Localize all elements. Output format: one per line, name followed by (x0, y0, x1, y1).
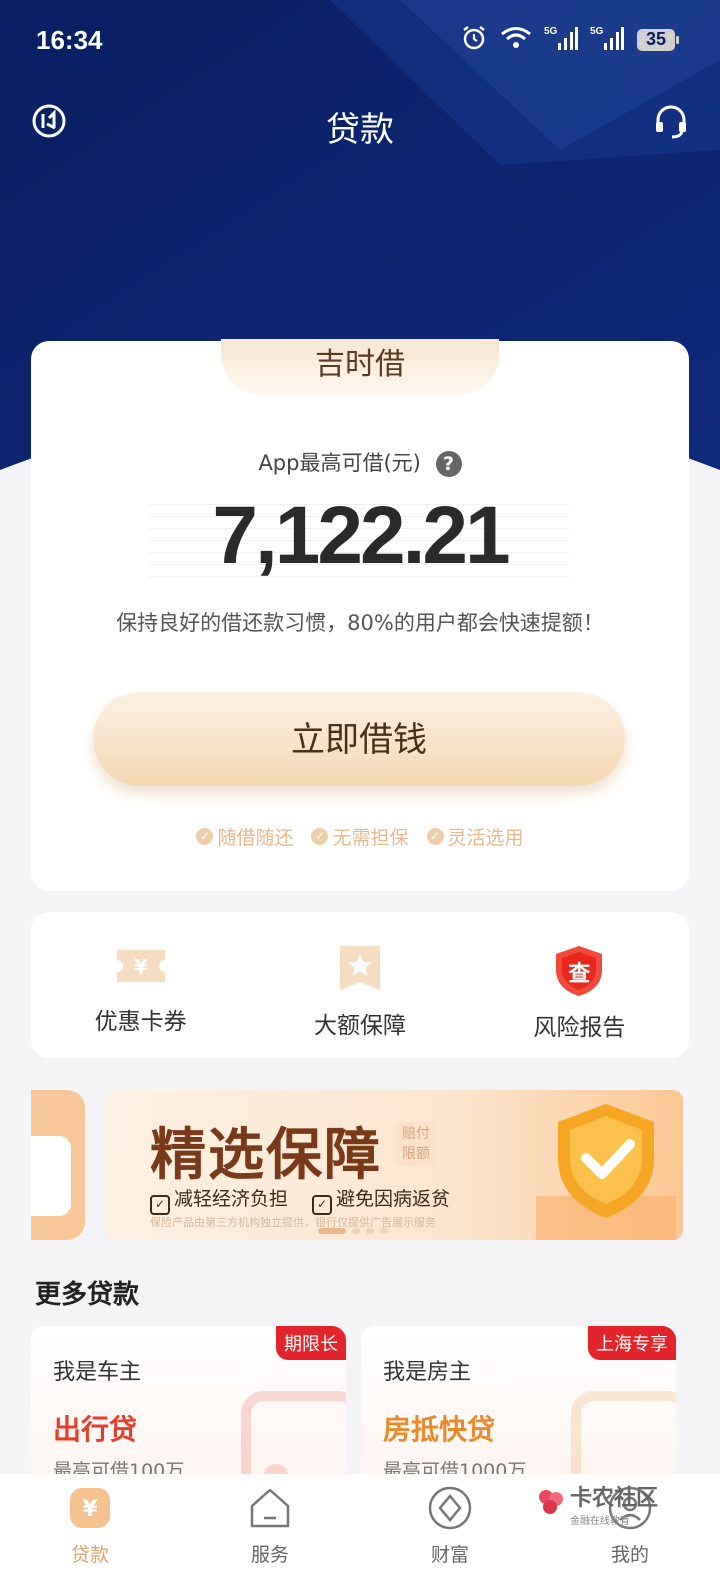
page-title: 贷款 (326, 110, 394, 150)
tab-label: 财富 (430, 1544, 469, 1566)
alarm-icon (460, 24, 488, 56)
banner-prev-slide (31, 1090, 85, 1240)
feature-item: ✓ 灵活选用 (426, 823, 524, 850)
watermark-sub: 金融在线教育 (570, 1516, 630, 1527)
loan-name: 出行贷 (53, 1413, 138, 1446)
tool-label: 优惠卡券 (94, 1009, 187, 1035)
watermark-logo-icon (536, 1487, 566, 1521)
loan-audience: 我是车主 (53, 1360, 142, 1385)
tool-label: 风险报告 (533, 1015, 626, 1041)
status-time: 16:34 (36, 24, 103, 55)
tab-wealth[interactable]: 财富 (360, 1474, 540, 1584)
tab-services[interactable]: 服务 (180, 1474, 360, 1584)
status-bar: 16:34 5G 5G 35 (36, 22, 680, 58)
promo-banner[interactable]: 精选保障 赔付限额 ✓ 减轻经济负担 ✓ 避免因病返贫 保险产品由第三方机构独立提供… (106, 1090, 683, 1240)
check-icon: ✓ (196, 828, 214, 845)
tab-label: 我的 (610, 1544, 649, 1566)
loan-audience: 我是房主 (383, 1360, 472, 1385)
battery-icon: 35 (636, 28, 680, 52)
battery-level: 35 (645, 29, 667, 49)
shield-icon (536, 1096, 683, 1240)
available-amount: 7,122.21 (212, 490, 510, 581)
coupon-icon: ¥ (115, 944, 167, 992)
feature-list: ✓ 随借随还 ✓ 无需担保 ✓ 灵活选用 (31, 823, 689, 850)
tool-risk-report[interactable]: 查 风险报告 (470, 912, 689, 1058)
shield-check-icon: 查 (552, 944, 606, 998)
tool-label: 大额保障 (313, 1013, 406, 1039)
carousel-dots (318, 1228, 388, 1234)
svg-text:5G: 5G (544, 26, 558, 37)
wifi-icon (500, 26, 532, 54)
tool-protection[interactable]: 大额保障 (250, 912, 469, 1058)
check-icon: ✓ (426, 828, 444, 845)
loan-card: 吉时借 App最高可借(元) ? 7,122.21 保持良好的借还款习惯，80%… (31, 339, 689, 891)
loan-tag: 期限长 (276, 1326, 346, 1360)
promo-banner-carousel[interactable]: 精选保障 赔付限额 ✓ 减轻经济负担 ✓ 避免因病返贫 保险产品由第三方机构独立提供… (0, 1090, 720, 1242)
product-name: 吉时借 (221, 339, 499, 395)
community-watermark: 卡农社区 金融在线教育 (536, 1480, 658, 1527)
banner-points: ✓ 减轻经济负担 ✓ 避免因病返贫 (150, 1184, 450, 1215)
headset-icon[interactable] (652, 102, 690, 144)
feature-item: ✓ 随借随还 (196, 823, 293, 850)
banner-title: 精选保障 (150, 1123, 382, 1188)
check-icon: ✓ (311, 828, 329, 845)
yen-icon: ¥ (68, 1486, 112, 1534)
svg-text:5G: 5G (590, 26, 604, 37)
signal-5g-icon: 5G (544, 25, 578, 55)
limit-label: App最高可借(元) (258, 451, 421, 475)
loan-tag: 上海专享 (588, 1326, 676, 1360)
more-loans-title: 更多贷款 (35, 1280, 140, 1310)
limit-label-row: App最高可借(元) ? (31, 447, 689, 477)
borrow-now-button[interactable]: 立即借钱 (93, 692, 625, 786)
svg-text:¥: ¥ (82, 1497, 98, 1522)
star-bookmark-icon (336, 944, 384, 996)
banner-tag: 赔付限额 (396, 1122, 436, 1166)
svg-text:¥: ¥ (134, 955, 148, 979)
banner-disclaimer: 保险产品由第三方机构独立提供，银行仅提供广告展示服务 (150, 1216, 436, 1229)
tab-label: 贷款 (70, 1544, 109, 1566)
feature-item: ✓ 无需担保 (311, 823, 409, 850)
home-icon (248, 1486, 292, 1534)
credit-tip: 保持良好的借还款习惯，80%的用户都会快速提额！ (116, 611, 604, 635)
tab-loans[interactable]: ¥ 贷款 (0, 1474, 180, 1584)
watermark-text: 卡农社区 (570, 1486, 659, 1511)
banner-point: ✓ 避免因病返贫 (312, 1184, 450, 1215)
tab-label: 服务 (250, 1544, 289, 1566)
loan-name: 房抵快贷 (383, 1413, 496, 1446)
diamond-icon (428, 1486, 472, 1534)
help-icon[interactable]: ? (435, 451, 462, 477)
top-bar: 贷款 (0, 96, 720, 152)
signal-5g-icon-2: 5G (590, 25, 624, 55)
tool-coupons[interactable]: ¥ 优惠卡券 (31, 912, 250, 1058)
banner-point: ✓ 减轻经济负担 (150, 1184, 288, 1215)
quick-tools: ¥ 优惠卡券 大额保障 查 风险报告 (31, 912, 689, 1058)
